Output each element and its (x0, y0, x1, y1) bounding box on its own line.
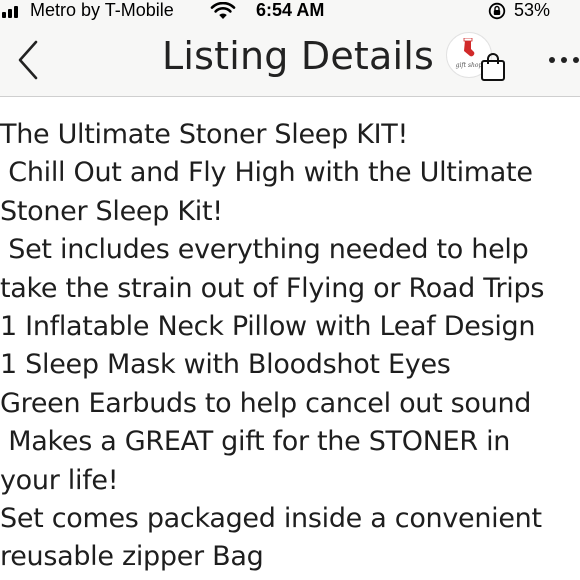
description-line: Makes a GREAT gift for the STONER in (0, 426, 511, 458)
description-line: 1 Inflatable Neck Pillow with Leaf Desig… (0, 310, 536, 342)
rotation-lock-icon (488, 2, 506, 20)
description-line: take the strain out of Flying or Road Tr… (0, 272, 545, 304)
signal-icon (2, 4, 24, 18)
shopping-bag-icon[interactable] (478, 52, 508, 82)
description-line: Set comes packaged inside a convenient (0, 502, 542, 534)
description-line: 1 Sleep Mask with Bloodshot Eyes (0, 349, 451, 381)
description-line: your life! (0, 464, 119, 496)
status-time: 6:54 AM (256, 0, 325, 20)
description-line: Green Earbuds to help cancel out sound (0, 387, 532, 419)
page-title: Listing Details (162, 34, 435, 78)
status-bar: Metro by T-Mobile 6:54 AM 53% (0, 0, 580, 22)
description-line: Chill Out and Fly High with the Ultimate (0, 157, 533, 189)
description-line: Stoner Sleep Kit! (0, 195, 223, 227)
back-button[interactable] (12, 38, 48, 82)
chevron-left-icon (18, 40, 38, 80)
description-line: Set includes everything needed to help (0, 234, 529, 266)
battery-percentage: 53% (514, 0, 551, 20)
carrier-name: Metro by T-Mobile (30, 0, 174, 20)
more-icon[interactable] (548, 55, 580, 65)
listing-description: The Ultimate Stoner Sleep KIT! Chill Out… (0, 116, 580, 577)
stocking-icon (463, 38, 475, 57)
wifi-icon (210, 2, 236, 19)
description-line: The Ultimate Stoner Sleep KIT! (0, 119, 408, 150)
navigation-bar: Listing Details gift shop (0, 22, 580, 97)
description-line: reusable zipper Bag (0, 541, 264, 573)
